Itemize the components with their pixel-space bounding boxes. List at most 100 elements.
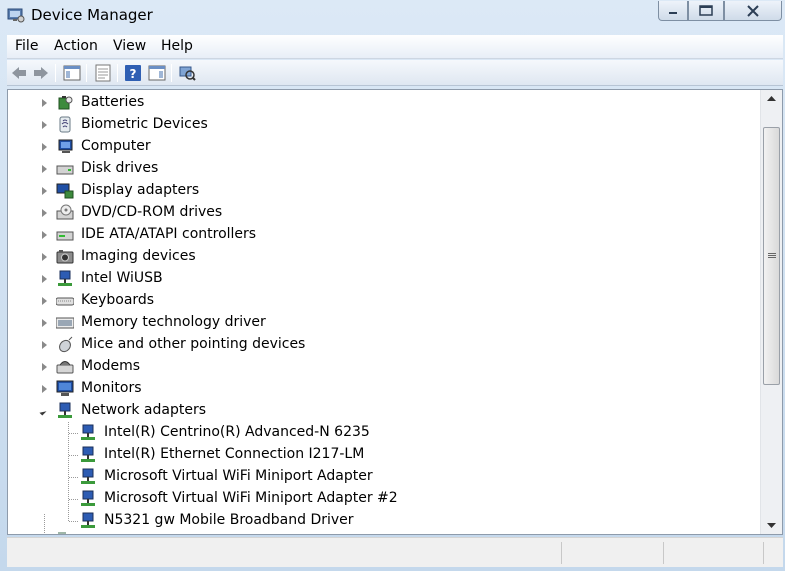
action-pane-icon[interactable]	[148, 64, 166, 82]
menu-help[interactable]: Help	[161, 38, 193, 54]
tree-item-label: Monitors	[81, 380, 142, 396]
expand-arrow-icon[interactable]	[42, 253, 47, 261]
tree-item-disk-drives[interactable]: Disk drives	[8, 158, 308, 180]
modem-icon	[56, 361, 74, 374]
show-hide-tree-icon[interactable]	[63, 64, 81, 82]
tree-item-intel-wiusb[interactable]: Intel WiUSB	[8, 268, 308, 290]
expand-arrow-icon[interactable]	[42, 363, 47, 371]
expand-arrow-icon[interactable]	[42, 341, 47, 349]
tree-item-biometric-devices[interactable]: Biometric Devices	[8, 114, 308, 136]
network-adapter-item[interactable]: N5321 gw Mobile Broadband Driver	[8, 510, 408, 532]
scan-hardware-icon[interactable]	[178, 64, 196, 82]
tree-item-label: Biometric Devices	[81, 116, 208, 132]
tree-item-memory-technology-driver[interactable]: Memory technology driver	[8, 312, 308, 334]
tree-item-imaging-devices[interactable]: Imaging devices	[8, 246, 308, 268]
window-title: Device Manager	[31, 6, 153, 24]
expand-arrow-icon[interactable]	[42, 99, 47, 107]
tree-item-label: Keyboards	[81, 292, 155, 308]
scroll-down-button[interactable]	[761, 517, 782, 534]
tree-item-label: Batteries	[81, 94, 145, 110]
device-manager-window: Device Manager File Action View Help ? B…	[0, 0, 785, 571]
computer-icon	[58, 139, 73, 153]
minimize-button[interactable]	[658, 1, 688, 21]
device-tree: Batteries Biometric Devices Computer Dis…	[8, 90, 760, 534]
camera-icon	[56, 250, 74, 264]
expand-arrow-icon[interactable]	[42, 231, 47, 239]
thumb-grip	[768, 253, 776, 254]
title-bar[interactable]: Device Manager	[0, 0, 785, 32]
tree-item-label: Network adapters	[81, 402, 206, 418]
tree-item-computer[interactable]: Computer	[8, 136, 308, 158]
tree-item-keyboards[interactable]: Keyboards	[8, 290, 308, 312]
network-adapter-label: N5321 gw Mobile Broadband Driver	[104, 512, 354, 528]
network-adapter-icon	[81, 424, 95, 440]
close-button[interactable]	[724, 1, 782, 21]
scroll-up-arrow-icon	[767, 96, 776, 101]
menu-view[interactable]: View	[113, 38, 146, 54]
restore-icon	[699, 5, 713, 16]
tree-item-dvd-cd-rom-drives[interactable]: DVD/CD-ROM drives	[8, 202, 308, 224]
tree-item-label: Modems	[81, 358, 141, 374]
tree-item-monitors[interactable]: Monitors	[8, 378, 308, 400]
memory-icon	[56, 317, 74, 329]
scroll-thumb[interactable]	[763, 127, 780, 385]
tree-item-label: Imaging devices	[81, 248, 196, 264]
tree-item-network-adapters[interactable]: Network adapters	[8, 400, 308, 422]
help-icon[interactable]: ?	[124, 64, 142, 82]
network-adapter-icon	[81, 490, 95, 506]
expand-arrow-icon[interactable]	[42, 165, 47, 173]
tree-item-ide-ata-atapi-controllers[interactable]: IDE ATA/ATAPI controllers	[8, 224, 308, 246]
network-icon	[58, 402, 72, 418]
expand-arrow-icon[interactable]	[42, 209, 47, 217]
back-icon[interactable]	[10, 64, 28, 82]
vertical-scrollbar[interactable]	[760, 90, 782, 534]
ide-controller-icon	[56, 231, 74, 241]
toolbar-separator	[55, 64, 56, 82]
tree-item-label: Disk drives	[81, 160, 159, 176]
expand-arrow-icon[interactable]	[42, 187, 47, 195]
tree-item-label: Mice and other pointing devices	[81, 336, 306, 352]
menu-action[interactable]: Action	[54, 38, 98, 54]
tree-item-mice-and-other-pointing-devices[interactable]: Mice and other pointing devices	[8, 334, 328, 356]
expand-arrow-icon[interactable]	[42, 297, 47, 305]
tree-item-label: DVD/CD-ROM drives	[81, 204, 223, 220]
network-adapter-label: Microsoft Virtual WiFi Miniport Adapter	[104, 468, 373, 484]
network-adapter-item[interactable]: Intel(R) Ethernet Connection I217-LM	[8, 444, 408, 466]
menu-file[interactable]: File	[15, 38, 38, 54]
expand-arrow-icon[interactable]	[42, 385, 47, 393]
biometric-icon	[59, 116, 71, 133]
dvd-drive-icon	[56, 204, 74, 220]
network-adapter-label: Microsoft Virtual WiFi Miniport Adapter …	[104, 490, 398, 506]
network-adapter-icon	[81, 468, 95, 484]
network-adapter-item[interactable]: Microsoft Virtual WiFi Miniport Adapter	[8, 466, 408, 488]
forward-icon[interactable]	[32, 64, 50, 82]
status-bar	[7, 537, 783, 567]
toolbar-separator	[171, 64, 172, 82]
display-adapter-icon	[56, 183, 74, 199]
mouse-icon	[59, 336, 73, 353]
partial-item-icon	[58, 532, 66, 534]
monitor-icon	[56, 380, 74, 396]
device-manager-icon	[7, 8, 25, 23]
expand-arrow-icon[interactable]	[42, 275, 47, 283]
collapse-arrow-icon[interactable]	[39, 408, 47, 416]
properties-icon[interactable]	[94, 64, 112, 82]
scroll-up-button[interactable]	[761, 90, 782, 107]
network-adapter-item[interactable]: Intel(R) Centrino(R) Advanced-N 6235	[8, 422, 408, 444]
tree-item-label: Display adapters	[81, 182, 200, 198]
network-adapter-item[interactable]: Microsoft Virtual WiFi Miniport Adapter …	[8, 488, 428, 510]
scroll-down-arrow-icon	[767, 523, 776, 528]
tree-item-batteries[interactable]: Batteries	[8, 92, 308, 114]
disk-drive-icon	[56, 165, 74, 175]
expand-arrow-icon[interactable]	[42, 319, 47, 327]
toolbar-separator	[86, 64, 87, 82]
thumb-grip	[768, 257, 776, 258]
tree-item-display-adapters[interactable]: Display adapters	[8, 180, 308, 202]
toolbar-separator	[117, 64, 118, 82]
svg-text:?: ?	[130, 67, 137, 81]
maximize-button[interactable]	[688, 1, 724, 21]
status-pane-secondary	[562, 542, 664, 564]
expand-arrow-icon[interactable]	[42, 143, 47, 151]
tree-item-modems[interactable]: Modems	[8, 356, 308, 378]
expand-arrow-icon[interactable]	[42, 121, 47, 129]
